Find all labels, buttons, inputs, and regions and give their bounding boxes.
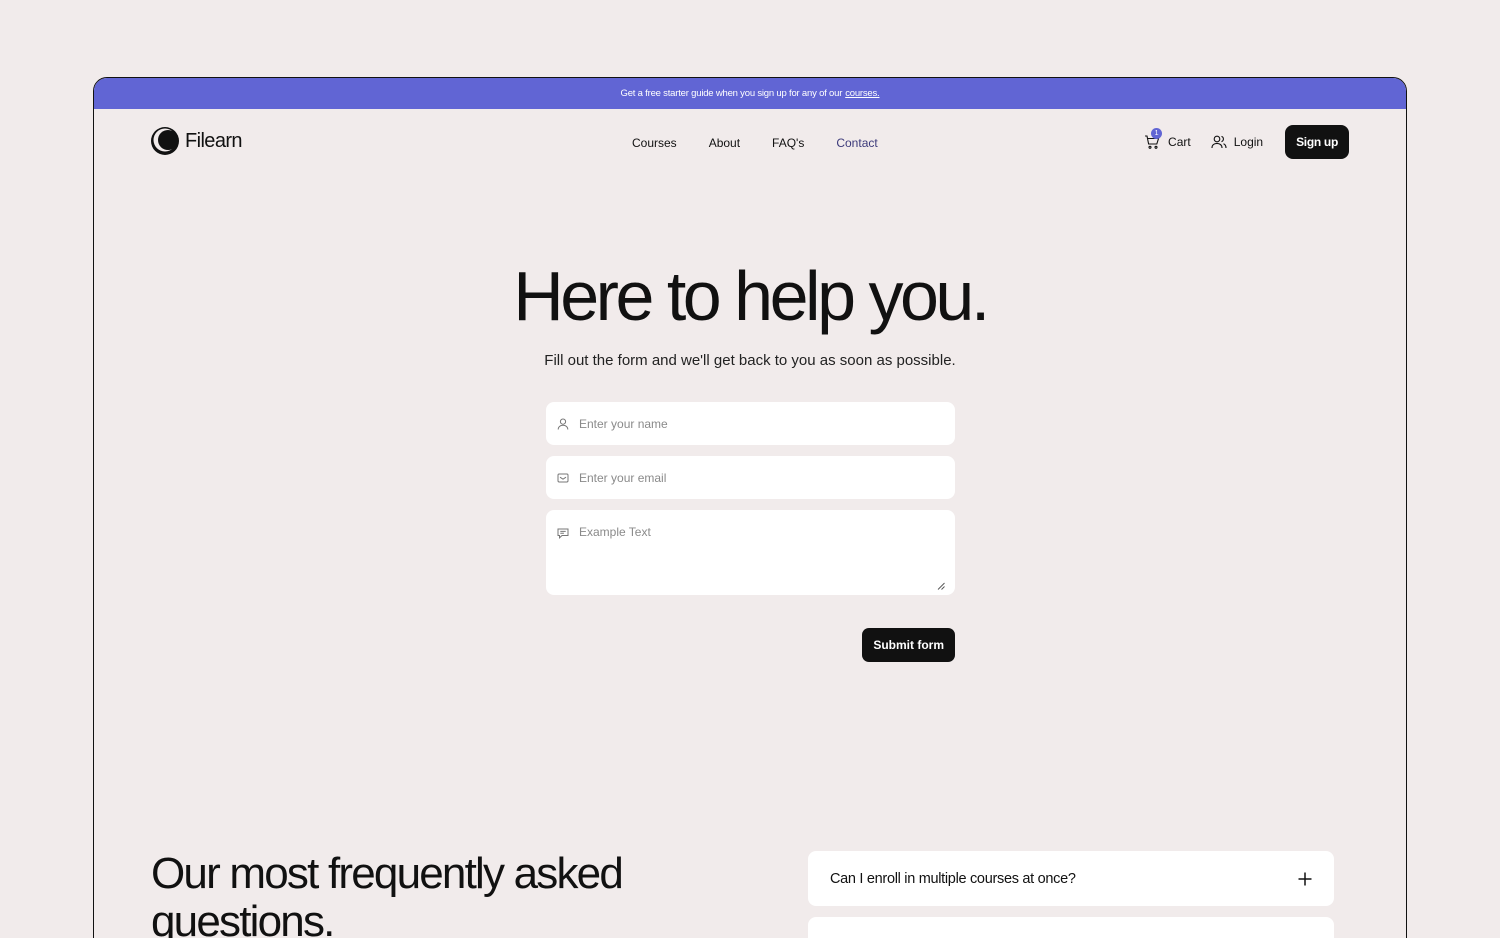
mail-icon — [557, 472, 569, 484]
nav-link-about[interactable]: About — [709, 136, 740, 150]
brand-name: Filearn — [185, 129, 243, 152]
submit-form-button[interactable]: Submit form — [862, 628, 955, 662]
user-icon — [557, 418, 569, 430]
message-field — [546, 510, 955, 595]
nav-link-faqs[interactable]: FAQ's — [772, 136, 804, 150]
name-field — [546, 402, 955, 445]
announcement-text: Get a free starter guide when you sign u… — [620, 88, 843, 99]
email-input[interactable] — [579, 470, 939, 485]
faq-item[interactable]: Can I enroll in multiple courses at once… — [808, 851, 1334, 906]
faq-list: Can I enroll in multiple courses at once… — [808, 851, 1334, 938]
announcement-bar: Get a free starter guide when you sign u… — [94, 78, 1406, 109]
brand-logo[interactable]: Filearn — [151, 127, 243, 155]
cart-icon: 1 — [1144, 128, 1163, 150]
cart-label: Cart — [1168, 135, 1191, 149]
browser-frame: Get a free starter guide when you sign u… — [93, 77, 1407, 938]
contact-form: Submit form — [546, 402, 955, 662]
login-label: Login — [1233, 135, 1264, 149]
users-icon — [1211, 135, 1227, 149]
page-subtitle: Fill out the form and we'll get back to … — [544, 352, 956, 369]
login-button[interactable]: Login — [1211, 135, 1263, 149]
cart-button[interactable]: 1 Cart — [1144, 128, 1191, 150]
faq-heading: Our most frequently asked questions. — [151, 849, 624, 938]
top-nav: Filearn Courses About FAQ's Contact 1 Ca… — [94, 109, 1406, 175]
resize-handle-icon[interactable] — [937, 582, 945, 590]
nav-link-courses[interactable]: Courses — [632, 136, 677, 150]
signup-button[interactable]: Sign up — [1285, 125, 1349, 159]
faq-item[interactable] — [808, 917, 1334, 938]
announcement-courses-link[interactable]: courses. — [845, 88, 880, 99]
email-field — [546, 456, 955, 499]
nav-links: Courses About FAQ's Contact — [632, 136, 878, 150]
faq-question: Can I enroll in multiple courses at once… — [830, 870, 1076, 887]
nav-actions: 1 Cart Login Sign up — [1144, 125, 1349, 159]
message-icon — [557, 527, 569, 539]
name-input[interactable] — [579, 416, 939, 431]
message-input[interactable] — [579, 525, 939, 585]
nav-link-contact[interactable]: Contact — [836, 136, 877, 150]
plus-icon[interactable] — [1297, 871, 1313, 887]
cart-count-badge: 1 — [1151, 128, 1163, 139]
brand-moon-icon — [151, 127, 179, 155]
page-title: Here to help you. — [513, 257, 990, 335]
